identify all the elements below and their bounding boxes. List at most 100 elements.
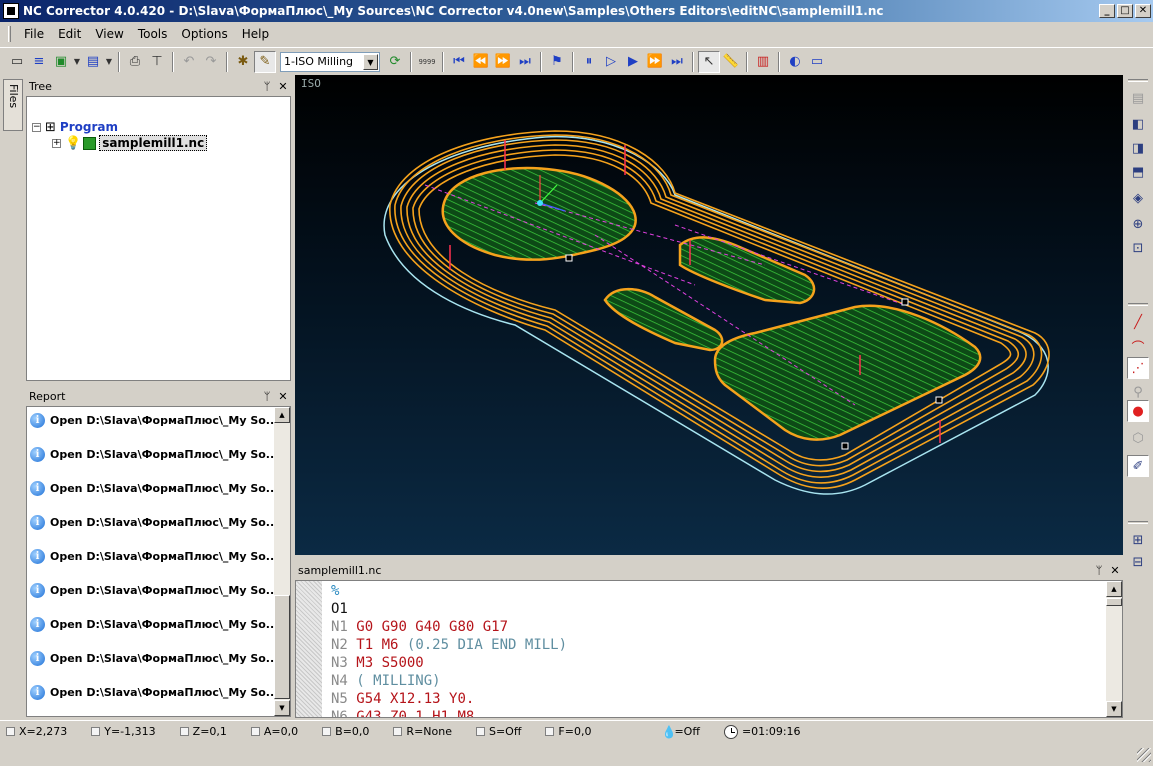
report-item[interactable]: i Open D:\Slava\ФормаПлюс\_My So... <box>30 447 278 462</box>
new-file-icon[interactable]: ▭ <box>6 51 28 73</box>
forward-end-icon[interactable]: ⏭ <box>514 51 536 73</box>
solid-render-icon[interactable]: ⬡ <box>1127 427 1149 449</box>
layout-grid-icon[interactable]: ⊞ <box>1127 529 1149 551</box>
tree-node-program[interactable]: − ⊞ Program <box>32 119 118 135</box>
layout-split-icon[interactable]: ⊟ <box>1127 551 1149 573</box>
report-item[interactable]: i Open D:\Slava\ФормаПлюс\_My So... <box>30 583 278 598</box>
view-top-icon[interactable]: ⬒ <box>1127 161 1149 183</box>
code-line[interactable]: N1 G0 G90 G40 G80 G17 <box>331 619 508 637</box>
open-image-icon[interactable]: ▣ <box>50 51 72 73</box>
status-checkbox[interactable] <box>91 727 101 736</box>
report-item[interactable]: i Open D:\Slava\ФормаПлюс\_My So... <box>30 685 278 700</box>
code-line[interactable]: % <box>331 583 339 601</box>
view-front-icon[interactable]: ◧ <box>1127 113 1149 135</box>
menu-edit[interactable]: Edit <box>51 25 88 43</box>
zoom-icon[interactable]: ⊕ <box>1127 213 1149 235</box>
view-toggle-icon[interactable]: ▤ <box>1127 87 1149 109</box>
code-line[interactable]: O1 <box>331 601 348 619</box>
machine-mode-select[interactable]: 1-ISO Milling ▼ <box>280 51 380 72</box>
brush-tool-icon[interactable]: ✐ <box>1127 455 1149 477</box>
code-line[interactable]: N3 M3 S5000 <box>331 655 424 673</box>
scroll-thumb[interactable] <box>274 595 290 699</box>
collapse-icon[interactable]: − <box>32 122 41 132</box>
code-editor[interactable]: % O1 N1 G0 G90 G40 G80 G17 N2 T1 M6 (0.2… <box>295 580 1123 718</box>
report-item[interactable]: i Open D:\Slava\ФормаПлюс\_My So... <box>30 617 278 632</box>
report-item[interactable]: i Open D:\Slava\ФормаПлюс\_My So... <box>30 651 278 666</box>
pin-icon[interactable]: ᛘ <box>259 80 275 93</box>
step-forward-icon[interactable]: ⏩ <box>492 51 514 73</box>
rewind-start-icon[interactable]: ⏮ <box>448 51 470 73</box>
scroll-up-icon[interactable]: ▲ <box>1106 581 1122 597</box>
toolpath-viewport[interactable]: ISO <box>295 75 1123 555</box>
pause-icon[interactable]: ⏸ <box>578 51 600 73</box>
flag-icon[interactable]: ⚑ <box>546 51 568 73</box>
play-step-icon[interactable]: ▶ <box>622 51 644 73</box>
rapid-tool-icon[interactable]: ⋰ <box>1127 357 1149 379</box>
menu-file[interactable]: File <box>17 25 51 43</box>
report-item[interactable]: i Open D:\Slava\ФормаПлюс\_My So... <box>30 515 278 530</box>
scroll-thumb[interactable] <box>1106 598 1122 606</box>
scroll-down-icon[interactable]: ▼ <box>1106 701 1122 717</box>
report-item[interactable]: i Open D:\Slava\ФормаПлюс\_My So... <box>30 413 278 428</box>
code-line[interactable]: N2 T1 M6 (0.25 DIA END MILL) <box>331 637 567 655</box>
status-checkbox[interactable] <box>179 727 189 736</box>
code-line[interactable]: N5 G54 X12.13 Y0. <box>331 691 474 709</box>
close-icon[interactable]: ✕ <box>275 390 291 403</box>
line-tool-icon[interactable]: ╱ <box>1127 311 1149 333</box>
save-icon[interactable]: ▤ <box>82 51 104 73</box>
pin-icon[interactable]: ᛘ <box>1091 564 1107 577</box>
menu-options[interactable]: Options <box>174 25 234 43</box>
refresh-icon[interactable]: ⟳ <box>384 51 406 73</box>
status-checkbox[interactable] <box>250 727 260 736</box>
report-scrollbar[interactable]: ▲ ▼ <box>274 407 290 716</box>
globe-icon[interactable]: ◐ <box>784 51 806 73</box>
maximize-button[interactable]: □ <box>1117 4 1133 18</box>
undo-icon[interactable]: ↶ <box>178 51 200 73</box>
report-item[interactable]: i Open D:\Slava\ФормаПлюс\_My So... <box>30 481 278 496</box>
bar-chart-icon[interactable]: ▥ <box>752 51 774 73</box>
status-checkbox[interactable] <box>322 727 332 736</box>
print-icon[interactable]: ⎙ <box>124 51 146 73</box>
arc-tool-icon[interactable]: ⌒ <box>1127 335 1149 357</box>
close-button[interactable]: ✕ <box>1135 4 1151 18</box>
window-icon[interactable]: ▭ <box>806 51 828 73</box>
select-pointer-icon[interactable]: ↖ <box>698 50 720 73</box>
resize-grip[interactable] <box>1137 748 1151 762</box>
minimize-button[interactable]: _ <box>1099 4 1115 18</box>
magic-wand-icon[interactable]: ✎ <box>254 50 276 73</box>
sphere-render-icon[interactable]: ● <box>1127 400 1149 422</box>
pin-icon[interactable]: ᛘ <box>259 390 275 403</box>
code-line[interactable]: N6 G43 Z0.1 H1 M8 <box>331 709 474 717</box>
menu-tools[interactable]: Tools <box>131 25 175 43</box>
bug-icon[interactable]: ✱ <box>232 51 254 73</box>
fast-forward-icon[interactable]: ⏩ <box>644 51 666 73</box>
close-icon[interactable]: ✕ <box>275 80 291 93</box>
expand-icon[interactable]: + <box>52 138 61 148</box>
layers-icon[interactable]: ≡ <box>28 51 50 73</box>
dropdown-arrow-icon[interactable]: ▼ <box>72 51 82 73</box>
status-checkbox[interactable] <box>6 727 15 736</box>
tree-node-file[interactable]: + 💡 samplemill1.nc <box>52 135 208 151</box>
play-icon[interactable]: ▷ <box>600 51 622 73</box>
status-checkbox[interactable] <box>545 727 555 736</box>
status-checkbox[interactable] <box>393 727 403 736</box>
status-checkbox[interactable] <box>475 727 485 736</box>
ruler-icon[interactable]: 📏 <box>720 51 742 73</box>
play-to-end-icon[interactable]: ⏭ <box>666 51 688 73</box>
code-line[interactable]: N4 ( MILLING) <box>331 673 441 691</box>
report-item[interactable]: i Open D:\Slava\ФормаПлюс\_My So... <box>30 549 278 564</box>
editor-scrollbar[interactable]: ▲ ▼ <box>1106 581 1122 717</box>
zoom-fit-icon[interactable]: ⊡ <box>1127 237 1149 259</box>
scroll-down-icon[interactable]: ▼ <box>274 700 290 716</box>
menu-view[interactable]: View <box>88 25 130 43</box>
save-dropdown-icon[interactable]: ▼ <box>104 51 114 73</box>
scroll-up-icon[interactable]: ▲ <box>274 407 290 423</box>
line-numbers-icon[interactable]: 9999 <box>416 51 438 73</box>
close-icon[interactable]: ✕ <box>1107 564 1123 577</box>
view-side-icon[interactable]: ◨ <box>1127 137 1149 159</box>
step-back-icon[interactable]: ⏪ <box>470 51 492 73</box>
stamp-icon[interactable]: ⊤ <box>146 51 168 73</box>
redo-icon[interactable]: ↷ <box>200 51 222 73</box>
view-iso-icon[interactable]: ◈ <box>1127 187 1149 209</box>
files-tab[interactable]: Files <box>3 79 23 131</box>
